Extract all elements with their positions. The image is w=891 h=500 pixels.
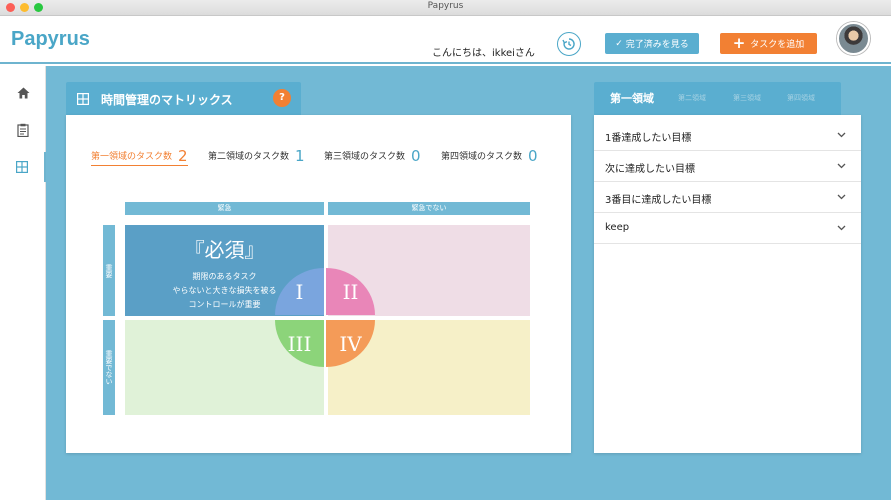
sidebar-item-tasks[interactable] [0,115,46,145]
view-completed-label: 完了済みを見る [625,40,689,50]
view-completed-button[interactable]: ✓ 完了済みを見る [605,33,699,54]
count-q1[interactable]: 第一領域のタスク数 2 [91,145,188,166]
goal-label: 3番目に達成したい目標 [605,195,712,206]
row-header-important: 重要 [103,225,115,316]
count-q2-label: 第二領域のタスク数 [208,152,290,162]
goal-label: keep [605,222,630,233]
chevron-down-icon [837,163,846,169]
tab-q4[interactable]: 第四領域 [787,82,815,115]
tab-q2[interactable]: 第二領域 [678,82,706,115]
quadrant-1-title: 『必須』 [184,238,265,262]
chevron-down-icon [837,225,846,231]
plus-icon: + [732,34,746,52]
goal-label: 1番達成したい目標 [605,133,692,144]
sidebar-item-matrix[interactable] [0,152,46,182]
chevron-down-icon [837,132,846,138]
goal-item[interactable]: 3番目に達成したい目標 [594,182,861,213]
history-icon [562,38,575,50]
col-header-urgent: 緊急 [125,202,324,215]
matrix-grid-icon [77,93,89,105]
clipboard-icon [17,123,29,137]
goal-item[interactable]: 次に達成したい目標 [594,151,861,182]
count-q3-label: 第三領域のタスク数 [324,152,406,162]
goal-item[interactable]: 1番達成したい目標 [594,120,861,151]
sidebar-item-home[interactable] [0,78,46,108]
count-q2[interactable]: 第二領域のタスク数 1 [208,145,305,165]
row-header-not-important: 重要でない [103,320,115,415]
greeting-text: こんにちは、ikkeiさん [432,48,535,59]
home-icon [17,87,29,99]
chevron-down-icon [837,194,846,200]
count-q1-label: 第一領域のタスク数 [91,152,173,162]
col-header-not-urgent: 緊急でない [328,202,530,215]
tab-q3[interactable]: 第三領域 [733,82,761,115]
tab-q1[interactable]: 第一領域 [610,82,654,115]
help-button[interactable]: ? [273,89,291,107]
count-q1-value: 2 [178,147,188,165]
add-task-label: タスクを追加 [750,40,805,50]
goal-item[interactable]: keep [594,213,861,244]
app-logo[interactable]: Papyrus [11,28,90,51]
grid-icon [16,161,28,173]
sidebar [0,66,46,500]
user-avatar[interactable] [837,22,870,55]
goal-label: 次に達成したい目標 [605,164,695,175]
count-q3[interactable]: 第三領域のタスク数 0 [324,145,421,165]
check-icon: ✓ [615,38,623,49]
app-header: Papyrus こんにちは、ikkeiさん ✓ 完了済みを見る + タスクを追加 [0,16,891,64]
matrix-panel-header: 時間管理のマトリックス [66,82,301,115]
matrix-title: 時間管理のマトリックス [101,93,233,107]
count-q4-value: 0 [528,147,538,165]
count-q4[interactable]: 第四領域のタスク数 0 [441,145,538,165]
window-titlebar: Papyrus [0,0,891,16]
window-title: Papyrus [427,1,464,11]
history-button[interactable] [557,32,581,56]
count-q3-value: 0 [411,147,421,165]
goals-tab-bar: 第一領域 第二領域 第三領域 第四領域 [594,82,841,115]
add-task-button[interactable]: + タスクを追加 [720,33,817,54]
count-q2-value: 1 [295,147,305,165]
count-q4-label: 第四領域のタスク数 [441,152,523,162]
